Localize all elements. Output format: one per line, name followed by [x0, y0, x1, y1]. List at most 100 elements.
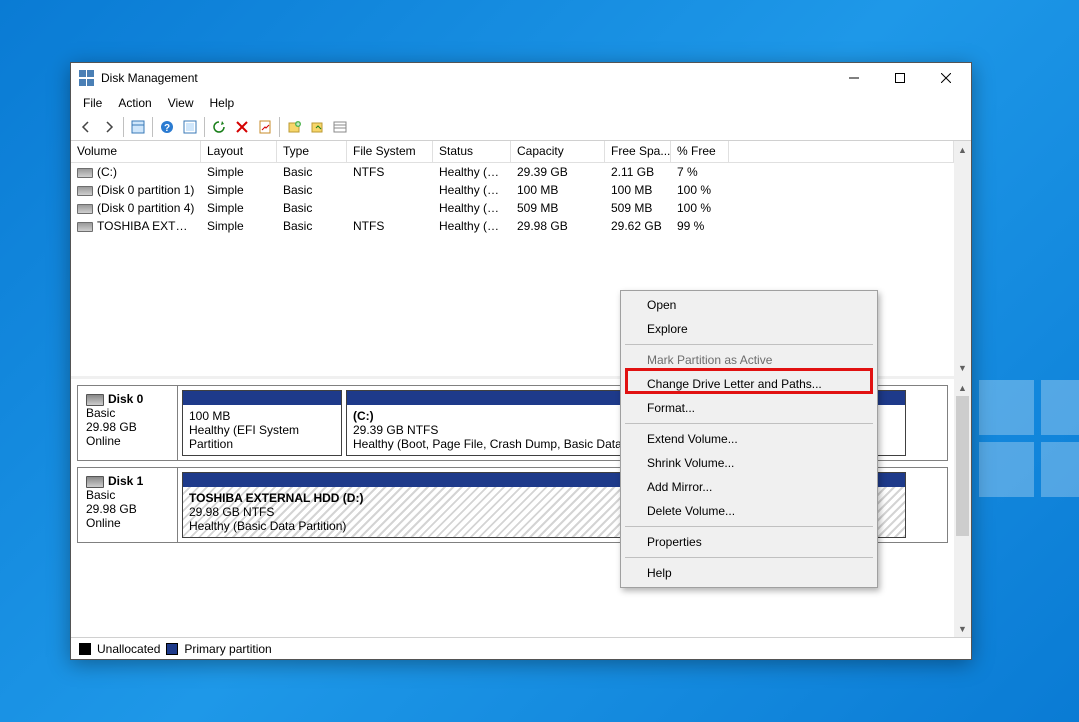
volume-pct: 100 %	[671, 183, 729, 197]
volume-free: 100 MB	[605, 183, 671, 197]
volume-pct: 7 %	[671, 165, 729, 179]
menu-help[interactable]: Help	[202, 94, 243, 112]
scroll-thumb[interactable]	[956, 396, 969, 536]
properties-icon[interactable]	[254, 116, 276, 138]
volume-layout: Simple	[201, 219, 277, 233]
ctx-mirror[interactable]: Add Mirror...	[623, 475, 875, 499]
menu-view[interactable]: View	[160, 94, 202, 112]
volume-status: Healthy (R...	[433, 201, 511, 215]
volume-layout: Simple	[201, 183, 277, 197]
svg-text:?: ?	[164, 123, 170, 134]
column-spacer	[729, 141, 954, 162]
volume-type: Basic	[277, 219, 347, 233]
back-button[interactable]	[75, 116, 97, 138]
context-menu: Open Explore Mark Partition as Active Ch…	[620, 290, 878, 588]
volume-type: Basic	[277, 165, 347, 179]
list-icon[interactable]	[329, 116, 351, 138]
volume-type: Basic	[277, 201, 347, 215]
new-icon[interactable]: +	[283, 116, 305, 138]
scroll-up-icon[interactable]: ▲	[954, 141, 971, 158]
volume-status: Healthy (B...	[433, 165, 511, 179]
volume-pct: 100 %	[671, 201, 729, 215]
svg-text:+: +	[296, 121, 300, 128]
ctx-change-letter[interactable]: Change Drive Letter and Paths...	[623, 372, 875, 396]
partition[interactable]: 100 MBHealthy (EFI System Partition	[182, 390, 342, 456]
ctx-open[interactable]: Open	[623, 293, 875, 317]
volume-fs: NTFS	[347, 165, 433, 179]
disk-size: 29.98 GB	[86, 420, 169, 434]
ctx-format[interactable]: Format...	[623, 396, 875, 420]
volume-scrollbar[interactable]: ▲ ▼	[954, 141, 971, 376]
titlebar[interactable]: Disk Management	[71, 63, 971, 93]
volume-status: Healthy (E...	[433, 183, 511, 197]
ctx-extend[interactable]: Extend Volume...	[623, 427, 875, 451]
volume-free: 2.11 GB	[605, 165, 671, 179]
scroll-up-icon[interactable]: ▲	[954, 379, 971, 396]
disk-management-icon	[79, 70, 95, 86]
volume-capacity: 100 MB	[511, 183, 605, 197]
disk-label[interactable]: Disk 0Basic29.98 GBOnline	[78, 386, 178, 460]
column-free[interactable]: Free Spa...	[605, 141, 671, 162]
column-filesystem[interactable]: File System	[347, 141, 433, 162]
disk-icon	[86, 394, 104, 406]
volume-row[interactable]: (Disk 0 partition 4) SimpleBasic Healthy (…	[71, 199, 954, 217]
minimize-button[interactable]	[831, 64, 877, 93]
disk-size: 29.98 GB	[86, 502, 169, 516]
volume-status: Healthy (B...	[433, 219, 511, 233]
refresh-icon[interactable]	[208, 116, 230, 138]
column-layout[interactable]: Layout	[201, 141, 277, 162]
ctx-shrink[interactable]: Shrink Volume...	[623, 451, 875, 475]
drive-icon	[77, 186, 93, 196]
delete-icon[interactable]	[231, 116, 253, 138]
scroll-down-icon[interactable]: ▼	[954, 620, 971, 637]
column-pct[interactable]: % Free	[671, 141, 729, 162]
volume-free: 29.62 GB	[605, 219, 671, 233]
ctx-help[interactable]: Help	[623, 561, 875, 585]
volume-capacity: 29.39 GB	[511, 165, 605, 179]
help-icon[interactable]: ?	[156, 116, 178, 138]
ctx-delete[interactable]: Delete Volume...	[623, 499, 875, 523]
window-title: Disk Management	[101, 71, 831, 85]
column-type[interactable]: Type	[277, 141, 347, 162]
legend: Unallocated Primary partition	[71, 637, 971, 659]
close-button[interactable]	[923, 64, 969, 93]
volume-layout: Simple	[201, 165, 277, 179]
column-volume[interactable]: Volume	[71, 141, 201, 162]
partition-status: Healthy (EFI System Partition	[189, 423, 335, 451]
ctx-properties[interactable]: Properties	[623, 530, 875, 554]
maximize-button[interactable]	[877, 64, 923, 93]
volume-type: Basic	[277, 183, 347, 197]
windows-logo	[979, 380, 1079, 500]
wizard-icon[interactable]	[306, 116, 328, 138]
column-capacity[interactable]: Capacity	[511, 141, 605, 162]
volume-list-header: Volume Layout Type File System Status Ca…	[71, 141, 971, 163]
volume-name: (Disk 0 partition 4)	[97, 201, 194, 215]
volume-row[interactable]: (Disk 0 partition 1)SimpleBasicHealthy (…	[71, 181, 954, 199]
disk-label[interactable]: Disk 1Basic29.98 GBOnline	[78, 468, 178, 542]
column-status[interactable]: Status	[433, 141, 511, 162]
volume-free: 509 MB	[605, 201, 671, 215]
disk-state: Online	[86, 516, 169, 530]
disk-icon	[86, 476, 104, 488]
toolbar: ? +	[71, 113, 971, 141]
scroll-down-icon[interactable]: ▼	[954, 359, 971, 376]
menubar: File Action View Help	[71, 93, 971, 113]
partition-size: 100 MB	[189, 409, 335, 423]
disk-type: Basic	[86, 488, 169, 502]
volume-layout: Simple	[201, 201, 277, 215]
disk-scrollbar[interactable]: ▲ ▼	[954, 379, 971, 637]
volume-row[interactable]: TOSHIBA EXTERN...SimpleBasicNTFSHealthy …	[71, 217, 954, 235]
show-hide-tree-icon[interactable]	[127, 116, 149, 138]
menu-action[interactable]: Action	[110, 94, 159, 112]
volume-fs: NTFS	[347, 219, 433, 233]
menu-file[interactable]: File	[75, 94, 110, 112]
forward-button[interactable]	[98, 116, 120, 138]
volume-row[interactable]: (C:)SimpleBasicNTFSHealthy (B...29.39 GB…	[71, 163, 954, 181]
volume-name: TOSHIBA EXTERN...	[97, 219, 201, 233]
drive-icon	[77, 204, 93, 214]
volume-capacity: 509 MB	[511, 201, 605, 215]
ctx-explore[interactable]: Explore	[623, 317, 875, 341]
primary-swatch	[166, 643, 178, 655]
unallocated-swatch	[79, 643, 91, 655]
settings-icon[interactable]	[179, 116, 201, 138]
